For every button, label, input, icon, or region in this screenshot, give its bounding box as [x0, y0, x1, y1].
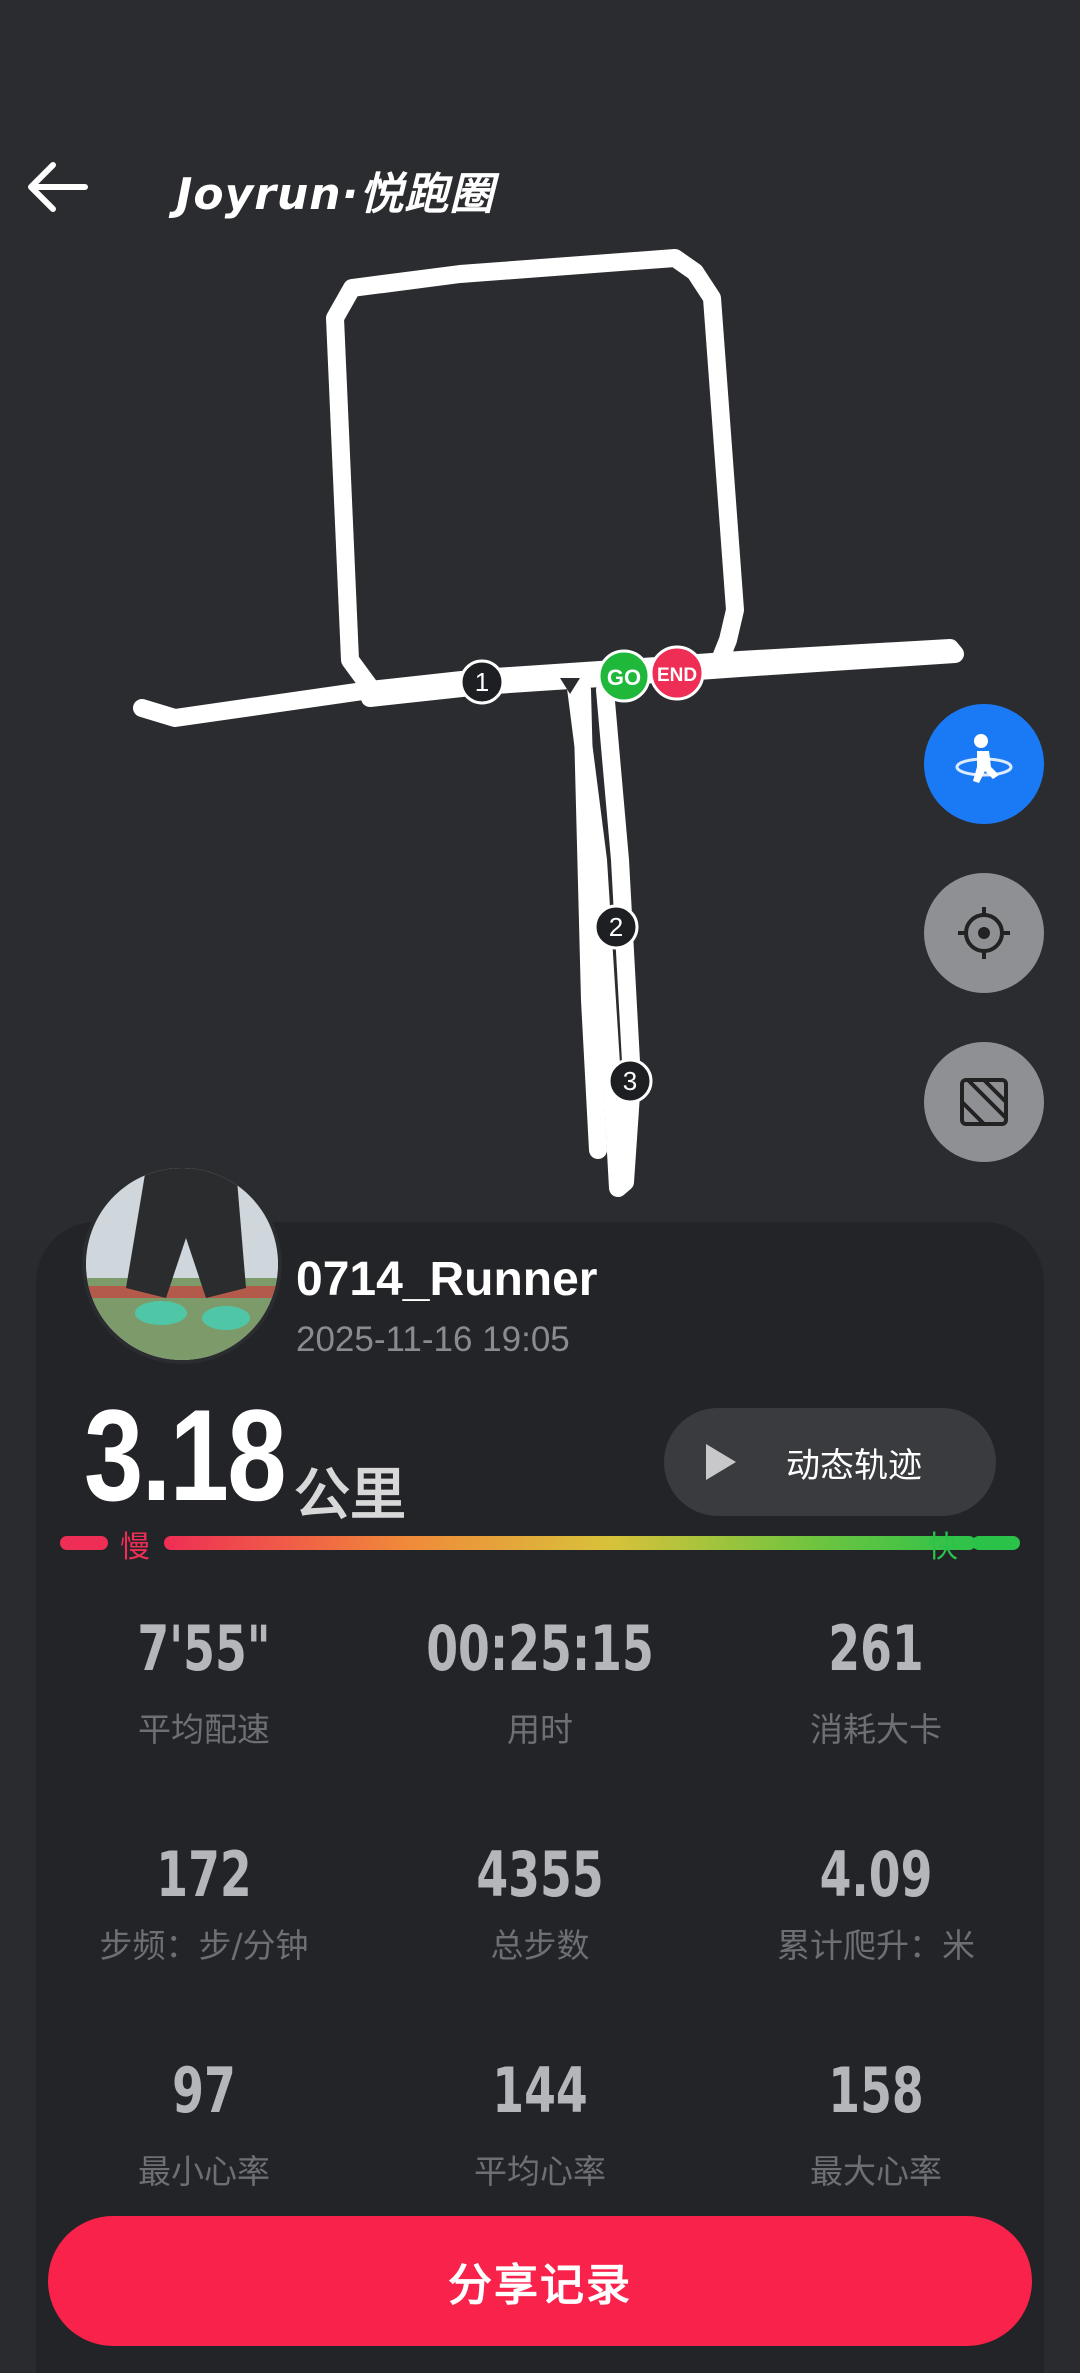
pace-slow-label: 慢: [120, 1530, 150, 1565]
km-marker-3: 3: [607, 1058, 653, 1104]
stat-value: 4.09: [819, 1838, 933, 1911]
locate-icon: [958, 907, 1010, 959]
stat-value: 158: [828, 2054, 924, 2127]
stat-total-steps: 4355 总步数: [372, 1838, 708, 1967]
username[interactable]: 0714_Runner: [296, 1252, 597, 1307]
avatar-photo: [86, 1168, 278, 1360]
stat-label: 累计爬升：米: [777, 1926, 975, 1965]
play-icon: [706, 1444, 736, 1480]
svg-text:3: 3: [623, 1066, 637, 1096]
stat-value: 97: [172, 2054, 236, 2127]
runner-view-icon: [955, 734, 1013, 783]
stat-value: 144: [492, 2054, 588, 2127]
brand-logo: Joyrun·悦跑圈: [176, 169, 495, 220]
route-map[interactable]: Joyrun·悦跑圈 1 2 3 GO END: [0, 0, 1080, 1240]
stat-avg-heart-rate: 144 平均心率: [372, 2054, 708, 2193]
stat-label: 步频：步/分钟: [99, 1926, 309, 1965]
stat-label: 平均配速: [138, 1710, 270, 1749]
stat-value: 7'55": [137, 1612, 271, 1685]
stat-avg-pace: 7'55" 平均配速: [36, 1612, 372, 1751]
stat-max-heart-rate: 158 最大心率: [708, 2054, 1044, 2193]
stat-calories: 261 消耗大卡: [708, 1612, 1044, 1751]
pace-bar-slow-segment: [60, 1536, 108, 1550]
stat-min-heart-rate: 97 最小心率: [36, 2054, 372, 2193]
svg-text:GO: GO: [607, 665, 641, 690]
stat-cadence: 172 步频：步/分钟: [36, 1838, 372, 1967]
stat-label: 消耗大卡: [810, 1710, 942, 1749]
stat-label: 总步数: [490, 1926, 590, 1965]
pace-bar-fast-segment: [972, 1536, 1020, 1550]
stat-label: 最大心率: [810, 2152, 942, 2191]
stat-value: 261: [828, 1612, 924, 1685]
back-button[interactable]: [18, 152, 98, 222]
locate-button[interactable]: [924, 873, 1044, 993]
back-arrow-icon: [28, 162, 88, 212]
end-marker: END: [649, 645, 705, 701]
pace-legend-bar: [60, 1536, 1020, 1550]
route-track: [133, 249, 964, 1197]
stat-duration: 00:25:15 用时: [372, 1612, 708, 1751]
km-marker-2: 2: [593, 904, 639, 950]
km-marker-1: 1: [459, 659, 505, 705]
stat-label: 最小心率: [138, 2152, 270, 2191]
pace-fast-label: 快: [928, 1530, 958, 1565]
stat-label: 用时: [507, 1710, 573, 1749]
map-layer-icon: [960, 1078, 1008, 1126]
stat-value: 4355: [476, 1838, 604, 1911]
dynamic-track-button[interactable]: 动态轨迹: [664, 1408, 996, 1516]
dynamic-track-label: 动态轨迹: [786, 1445, 922, 1486]
share-record-label: 分享记录: [448, 2260, 632, 2311]
stat-value: 00:25:15: [426, 1612, 654, 1685]
runner-view-button[interactable]: [924, 704, 1044, 824]
svg-text:END: END: [657, 665, 697, 686]
svg-text:2: 2: [609, 912, 623, 942]
avatar[interactable]: [82, 1164, 282, 1364]
run-datetime: 2025-11-16 19:05: [296, 1320, 570, 1359]
pace-bar-gradient: [164, 1536, 976, 1550]
share-record-button[interactable]: 分享记录: [48, 2216, 1032, 2346]
stat-value: 172: [156, 1838, 252, 1911]
distance-unit: 公里: [294, 1463, 406, 1528]
stat-label: 平均心率: [474, 2152, 606, 2191]
stat-elevation-gain: 4.09 累计爬升：米: [708, 1838, 1044, 1967]
distance-value: 3.18: [84, 1382, 287, 1528]
start-marker: GO: [597, 649, 651, 703]
map-layer-button[interactable]: [924, 1042, 1044, 1162]
svg-text:1: 1: [475, 667, 489, 697]
